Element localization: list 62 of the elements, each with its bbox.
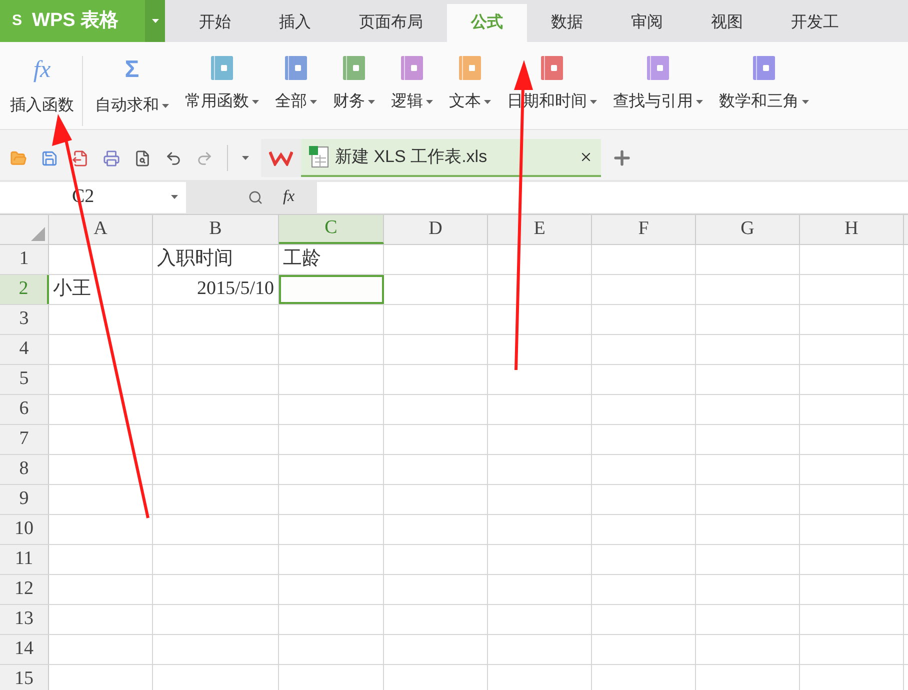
ribbon-button[interactable]: Σ 自动求和	[89, 56, 175, 118]
formula-input[interactable]	[316, 182, 908, 212]
ribbon-button[interactable]: 常用函数	[179, 56, 265, 114]
logo-icon: S	[12, 10, 22, 32]
preview-icon[interactable]	[134, 150, 151, 166]
row-header[interactable]: 1	[0, 245, 49, 274]
folder-icon[interactable]	[10, 150, 27, 166]
ribbon-button[interactable]: 财务	[327, 56, 381, 114]
sigma-icon: Σ	[124, 56, 140, 84]
ribbon-tab[interactable]: 数据	[527, 4, 607, 42]
select-all-icon[interactable]	[31, 227, 45, 241]
row-header[interactable]: 11	[0, 545, 49, 574]
more-caret-icon	[242, 156, 249, 160]
column-header[interactable]: A	[49, 215, 153, 244]
redo-icon[interactable]	[196, 150, 213, 166]
ribbon-tab[interactable]: 插入	[255, 4, 335, 42]
column-header[interactable]: E	[488, 215, 592, 244]
table-cell: 工龄	[279, 245, 384, 274]
ribbon-button[interactable]: 全部	[269, 56, 323, 114]
function-icon: fx	[33, 56, 51, 84]
ribbon-button[interactable]: 文本	[443, 56, 497, 114]
row-header[interactable]: 9	[0, 485, 49, 514]
print-icon[interactable]	[103, 150, 120, 166]
row-header[interactable]: 10	[0, 515, 49, 544]
ribbon-button[interactable]: 数学和三角	[713, 56, 815, 114]
fx-button[interactable]: fx	[283, 185, 295, 209]
row-header[interactable]: 7	[0, 425, 49, 454]
ribbon-button[interactable]: 查找与引用	[607, 56, 709, 114]
caret-icon	[171, 195, 178, 199]
ribbon-button[interactable]: fx 插入函数	[4, 56, 80, 118]
ribbon-button[interactable]: 逻辑	[385, 56, 439, 114]
ribbon-tab[interactable]: 视图	[687, 4, 767, 42]
wps-logo-icon	[269, 150, 293, 166]
document-tab[interactable]: 新建 XLS 工作表.xls	[301, 139, 601, 177]
row-header[interactable]: 12	[0, 575, 49, 604]
ribbon-tab[interactable]: 审阅	[607, 4, 687, 42]
save-icon[interactable]	[41, 150, 58, 166]
column-header[interactable]: H	[800, 215, 904, 244]
row-header[interactable]: 3	[0, 305, 49, 334]
undo-icon[interactable]	[165, 150, 182, 166]
caret-icon	[152, 19, 158, 23]
ribbon-tab[interactable]: 开始	[175, 4, 255, 42]
row-header[interactable]: 4	[0, 335, 49, 364]
row-header[interactable]: 6	[0, 395, 49, 424]
row-header[interactable]: 8	[0, 455, 49, 484]
table-cell: 小王	[49, 275, 153, 304]
row-header[interactable]: 14	[0, 635, 49, 664]
table-cell: 入职时间	[153, 245, 279, 274]
ribbon-tab[interactable]: 页面布局	[335, 4, 447, 42]
new-tab-icon[interactable]	[611, 147, 633, 169]
column-header[interactable]: F	[592, 215, 696, 244]
column-header[interactable]: G	[696, 215, 800, 244]
column-header[interactable]: D	[384, 215, 488, 244]
ribbon-button[interactable]: 日期和时间	[501, 56, 603, 114]
row-header[interactable]: 15	[0, 665, 49, 690]
ribbon-tab[interactable]: 开发工	[767, 4, 863, 42]
close-icon[interactable]	[579, 150, 593, 164]
spreadsheet-file-icon	[309, 146, 329, 168]
zoom-icon[interactable]	[248, 190, 263, 204]
row-header[interactable]: 13	[0, 605, 49, 634]
export-icon[interactable]	[72, 150, 89, 166]
row-header[interactable]: 5	[0, 365, 49, 394]
